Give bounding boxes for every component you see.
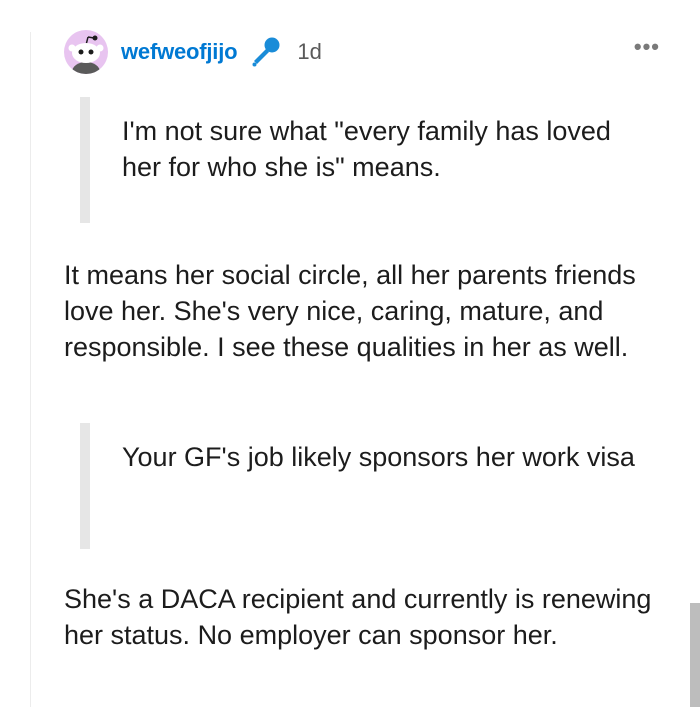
comment-paragraph: It means her social circle, all her pare…: [64, 260, 636, 362]
thread-line[interactable]: [30, 32, 31, 707]
comment-paragraph: She's a DACA recipient and currently is …: [64, 584, 652, 650]
quote-text: Your GF's job likely sponsors her work v…: [122, 442, 635, 472]
comment-age: 1d: [297, 39, 322, 64]
blockquote: Your GF's job likely sponsors her work v…: [80, 423, 642, 549]
microphone-icon: [249, 35, 283, 69]
blockquote: I'm not sure what "every family has love…: [80, 97, 642, 223]
scrollbar[interactable]: [690, 603, 700, 707]
quote-text: I'm not sure what "every family has love…: [122, 116, 611, 182]
username-link[interactable]: wefweofjijo: [121, 39, 238, 65]
more-options-icon[interactable]: •••: [634, 36, 660, 58]
avatar[interactable]: [64, 30, 108, 74]
reddit-alien-avatar-icon: [68, 35, 104, 74]
comment-header: wefweofjijo 1d: [64, 30, 322, 74]
